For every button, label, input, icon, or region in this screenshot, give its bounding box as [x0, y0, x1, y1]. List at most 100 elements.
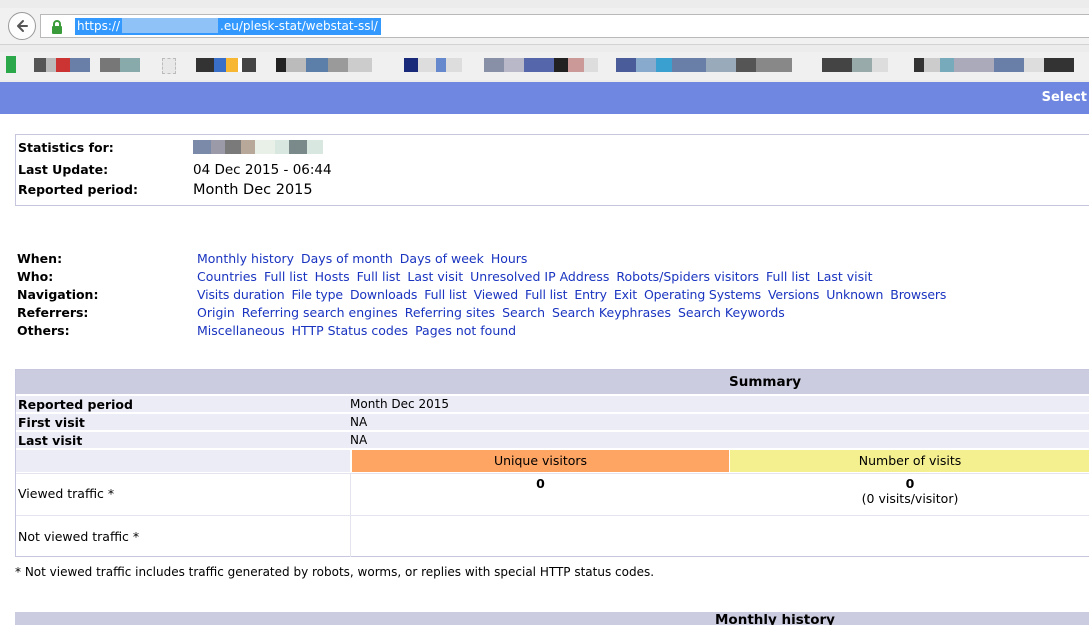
- bookmark-item[interactable]: [616, 58, 792, 72]
- link-unknown[interactable]: Unknown: [826, 287, 883, 302]
- link-full-list[interactable]: Full list: [264, 269, 308, 284]
- link-last-visit[interactable]: Last visit: [817, 269, 873, 284]
- summary-key: Last visit: [18, 433, 83, 448]
- cell-divider: [350, 474, 351, 516]
- link-entry[interactable]: Entry: [574, 287, 607, 302]
- not-viewed-traffic-row: Not viewed traffic *: [16, 515, 1089, 557]
- link-hours[interactable]: Hours: [491, 251, 528, 266]
- back-button[interactable]: [8, 12, 36, 40]
- link-search[interactable]: Search: [502, 305, 545, 320]
- nav-links: Origin Referring search engines Referring …: [197, 304, 792, 322]
- link-days-of-month[interactable]: Days of month: [301, 251, 393, 266]
- last-update-label: Last Update:: [18, 162, 109, 177]
- link-full-list[interactable]: Full list: [357, 269, 401, 284]
- link-downloads[interactable]: Downloads: [350, 287, 417, 302]
- url-redacted-host: [122, 18, 219, 33]
- nav-label: Who:: [17, 269, 54, 284]
- browser-toolbar: https:// .eu/plesk-stat/webstat-ssl/: [0, 0, 1089, 82]
- last-update-value: 04 Dec 2015 - 06:44: [193, 162, 332, 178]
- url-prefix: https://: [77, 19, 121, 33]
- bookmark-item[interactable]: [100, 58, 140, 72]
- lock-icon: [52, 20, 62, 34]
- arrow-left-icon: [17, 20, 28, 32]
- link-visits-duration[interactable]: Visits duration: [197, 287, 285, 302]
- url-suffix: .eu/plesk-stat/webstat-ssl/: [220, 19, 378, 33]
- stats-info-box: Statistics for: Last Update: 04 Dec 2015…: [15, 134, 1089, 206]
- url-text: https:// .eu/plesk-stat/webstat-ssl/: [75, 18, 381, 35]
- summary-row-last-visit: Last visit NA: [16, 431, 1089, 448]
- reported-period-label: Reported period:: [18, 182, 138, 197]
- link-versions[interactable]: Versions: [768, 287, 819, 302]
- summary-row-reported-period: Reported period Month Dec 2015: [16, 395, 1089, 412]
- link-pages-not-found[interactable]: Pages not found: [415, 323, 516, 338]
- bookmark-item[interactable]: [914, 58, 1074, 72]
- column-header-blank: [16, 450, 350, 472]
- nav-label: Navigation:: [17, 287, 99, 302]
- summary-title: Summary: [729, 374, 802, 390]
- link-monthly-history[interactable]: Monthly history: [197, 251, 294, 266]
- link-countries[interactable]: Countries: [197, 269, 257, 284]
- link-referring-sites[interactable]: Referring sites: [405, 305, 495, 320]
- bookmarks-bar: [0, 52, 1089, 80]
- nav-label: Others:: [17, 323, 70, 338]
- bookmark-item[interactable]: [404, 58, 462, 72]
- bookmark-item[interactable]: [196, 58, 256, 72]
- bookmark-item[interactable]: [34, 58, 90, 72]
- viewed-traffic-label: Viewed traffic *: [18, 486, 115, 501]
- link-miscellaneous[interactable]: Miscellaneous: [197, 323, 285, 338]
- link-browsers[interactable]: Browsers: [890, 287, 946, 302]
- summary-column-headers: Unique visitors Number of visits: [16, 450, 1089, 472]
- reported-period-value: Month Dec 2015: [193, 182, 313, 198]
- link-full-list[interactable]: Full list: [424, 287, 467, 302]
- column-header-number-of-visits: Number of visits: [730, 450, 1089, 472]
- footnote: * Not viewed traffic includes traffic ge…: [15, 565, 655, 579]
- bookmark-item[interactable]: [822, 58, 888, 72]
- bookmark-item[interactable]: [484, 58, 598, 72]
- link-full-list[interactable]: Full list: [766, 269, 810, 284]
- link-file-type[interactable]: File type: [291, 287, 343, 302]
- site-name-redacted: [193, 139, 323, 157]
- link-exit[interactable]: Exit: [614, 287, 637, 302]
- link-operating-systems[interactable]: Operating Systems: [644, 287, 761, 302]
- summary-value: NA: [350, 415, 368, 429]
- address-bar-row: https:// .eu/plesk-stat/webstat-ssl/: [0, 8, 1089, 45]
- link-unresolved-ip[interactable]: Unresolved IP Address: [470, 269, 609, 284]
- top-banner: Select: [0, 82, 1089, 114]
- viewed-number-of-visits-cell: 0 (0 visits/visitor): [730, 476, 1089, 506]
- viewed-number-of-visits: 0: [905, 476, 915, 491]
- monthly-history-title: Monthly history: [715, 612, 835, 625]
- column-header-unique-visitors: Unique visitors: [352, 450, 729, 472]
- bookmark-item[interactable]: [276, 58, 372, 72]
- summary-key: Reported period: [18, 397, 133, 412]
- nav-links: Miscellaneous HTTP Status codes Pages not …: [197, 322, 523, 340]
- link-robots-spiders[interactable]: Robots/Spiders visitors: [616, 269, 759, 284]
- link-referring-search-engines[interactable]: Referring search engines: [242, 305, 398, 320]
- viewed-traffic-row: Viewed traffic * 0 0 (0 visits/visitor): [16, 473, 1089, 516]
- nav-links: Countries Full list Hosts Full list Last vis…: [197, 268, 880, 286]
- link-http-status-codes[interactable]: HTTP Status codes: [292, 323, 408, 338]
- summary-row-first-visit: First visit NA: [16, 413, 1089, 430]
- link-last-visit[interactable]: Last visit: [407, 269, 463, 284]
- nav-links: Monthly history Days of month Days of week…: [197, 250, 534, 268]
- bookmark-item[interactable]: [6, 56, 16, 73]
- link-days-of-week[interactable]: Days of week: [400, 251, 484, 266]
- bookmark-item[interactable]: [162, 58, 176, 74]
- summary-header: Summary: [16, 370, 1089, 394]
- nav-label: When:: [17, 251, 63, 266]
- not-viewed-traffic-label: Not viewed traffic *: [18, 529, 140, 544]
- summary-value: NA: [350, 433, 368, 447]
- link-hosts[interactable]: Hosts: [315, 269, 350, 284]
- summary-table: Summary Reported period Month Dec 2015 F…: [15, 369, 1089, 557]
- summary-value: Month Dec 2015: [350, 397, 449, 411]
- viewed-unique-visitors: 0: [536, 476, 545, 491]
- link-origin[interactable]: Origin: [197, 305, 235, 320]
- link-search-keyphrases[interactable]: Search Keyphrases: [552, 305, 671, 320]
- cell-divider: [350, 516, 351, 557]
- link-search-keywords[interactable]: Search Keywords: [678, 305, 785, 320]
- url-input[interactable]: https:// .eu/plesk-stat/webstat-ssl/: [40, 14, 1089, 38]
- link-full-list[interactable]: Full list: [525, 287, 568, 302]
- monthly-history-header: Monthly history: [15, 612, 1089, 625]
- visits-per-visitor: (0 visits/visitor): [861, 491, 959, 506]
- select-link[interactable]: Select: [1042, 82, 1089, 114]
- link-viewed[interactable]: Viewed: [474, 287, 519, 302]
